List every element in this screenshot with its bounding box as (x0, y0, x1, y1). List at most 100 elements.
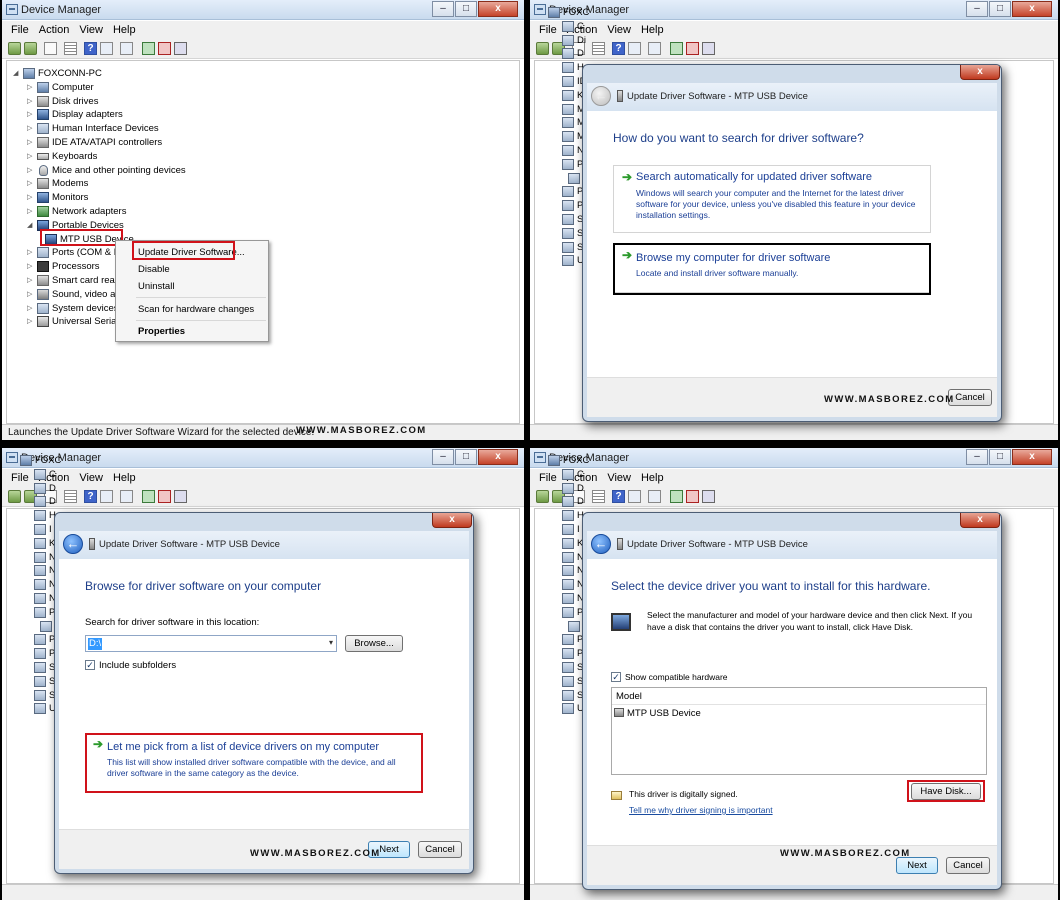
show-compatible-checkbox[interactable]: ✓ (611, 672, 621, 682)
help-icon[interactable]: ? (84, 42, 97, 55)
close-button[interactable]: x (478, 1, 518, 17)
minimize-button[interactable]: – (966, 1, 988, 17)
expand-collapsed-icon[interactable]: ▷ (27, 125, 34, 132)
help-icon[interactable]: ? (84, 490, 97, 503)
menu-file[interactable]: File (535, 469, 563, 487)
model-column-header[interactable]: Model (612, 688, 986, 705)
expand-open-icon[interactable]: ◢ (27, 222, 34, 229)
dropdown-arrow-icon[interactable]: ▾ (329, 638, 333, 647)
close-button[interactable]: x (1012, 449, 1052, 465)
back-arrow-icon[interactable]: ← (63, 534, 83, 554)
expand-collapsed-icon[interactable]: ▷ (27, 249, 34, 256)
view-icon[interactable] (100, 490, 113, 503)
path-combobox[interactable]: D:\ ▾ (85, 635, 337, 652)
minimize-button[interactable]: – (966, 449, 988, 465)
back-arrow-icon[interactable]: ← (591, 86, 611, 106)
minimize-button[interactable]: – (432, 449, 454, 465)
uninstall-icon[interactable] (686, 490, 699, 503)
dialog-close-button[interactable]: x (960, 513, 1000, 528)
menu-action[interactable]: Action (35, 21, 76, 39)
menu-file[interactable]: File (535, 21, 563, 39)
view-icon[interactable] (100, 42, 113, 55)
expand-collapsed-icon[interactable]: ▷ (27, 263, 34, 270)
device-view-icon[interactable] (120, 42, 133, 55)
dialog-close-button[interactable]: x (432, 513, 472, 528)
show-hide-tree-icon[interactable] (44, 42, 57, 55)
scan-hardware-icon[interactable] (702, 42, 715, 55)
expand-collapsed-icon[interactable]: ▷ (27, 194, 34, 201)
menu-help[interactable]: Help (637, 469, 670, 487)
maximize-button[interactable]: □ (989, 1, 1011, 17)
model-listbox[interactable]: Model MTP USB Device (611, 687, 987, 775)
expand-collapsed-icon[interactable]: ▷ (27, 291, 34, 298)
scan-hardware-icon[interactable] (702, 490, 715, 503)
minimize-button[interactable]: – (432, 1, 454, 17)
properties-icon[interactable] (592, 42, 605, 55)
scan-hardware-icon[interactable] (174, 490, 187, 503)
menu-disable[interactable]: Disable (138, 264, 170, 275)
back-arrow-icon[interactable]: ← (591, 534, 611, 554)
device-view-icon[interactable] (648, 42, 661, 55)
view-icon[interactable] (628, 490, 641, 503)
forward-arrow-icon[interactable] (24, 42, 37, 55)
dialog-close-button[interactable]: x (960, 65, 1000, 80)
maximize-button[interactable]: □ (455, 449, 477, 465)
help-icon[interactable]: ? (612, 490, 625, 503)
device-view-icon[interactable] (120, 490, 133, 503)
menu-help[interactable]: Help (637, 21, 670, 39)
device-view-icon[interactable] (648, 490, 661, 503)
menu-help[interactable]: Help (109, 469, 142, 487)
properties-icon[interactable] (64, 490, 77, 503)
menu-view[interactable]: View (75, 469, 109, 487)
expand-collapsed-icon[interactable]: ▷ (27, 318, 34, 325)
menu-view[interactable]: View (75, 21, 109, 39)
menu-help[interactable]: Help (109, 21, 142, 39)
uninstall-icon[interactable] (158, 490, 171, 503)
properties-icon[interactable] (64, 42, 77, 55)
driver-signing-link[interactable]: Tell me why driver signing is important (629, 805, 773, 815)
expand-collapsed-icon[interactable]: ▷ (27, 167, 34, 174)
expand-collapsed-icon[interactable]: ▷ (27, 139, 34, 146)
help-icon[interactable]: ? (612, 42, 625, 55)
expand-collapsed-icon[interactable]: ▷ (27, 153, 34, 160)
expand-collapsed-icon[interactable]: ▷ (27, 180, 34, 187)
menu-scan-hardware[interactable]: Scan for hardware changes (138, 304, 254, 315)
cancel-button[interactable]: Cancel (418, 841, 462, 858)
search-automatically-option[interactable]: ➔ Search automatically for updated drive… (613, 165, 931, 233)
close-button[interactable]: x (478, 449, 518, 465)
back-arrow-icon[interactable] (536, 490, 549, 503)
cancel-button[interactable]: Cancel (946, 857, 990, 874)
include-subfolders-checkbox[interactable]: ✓ (85, 660, 95, 670)
update-driver-icon[interactable] (670, 490, 683, 503)
expand-collapsed-icon[interactable]: ▷ (27, 305, 34, 312)
uninstall-icon[interactable] (158, 42, 171, 55)
next-button[interactable]: Next (896, 857, 938, 874)
back-arrow-icon[interactable] (8, 490, 21, 503)
menu-view[interactable]: View (603, 469, 637, 487)
maximize-button[interactable]: □ (989, 449, 1011, 465)
back-arrow-icon[interactable] (536, 42, 549, 55)
expand-collapsed-icon[interactable]: ▷ (27, 208, 34, 215)
menu-file[interactable]: File (7, 21, 35, 39)
properties-icon[interactable] (592, 490, 605, 503)
maximize-button[interactable]: □ (455, 1, 477, 17)
close-button[interactable]: x (1012, 1, 1052, 17)
model-list-item[interactable]: MTP USB Device (614, 708, 701, 722)
expand-collapsed-icon[interactable]: ▷ (27, 111, 34, 118)
update-driver-icon[interactable] (142, 490, 155, 503)
menu-uninstall[interactable]: Uninstall (138, 281, 174, 292)
expand-open-icon[interactable]: ◢ (13, 70, 20, 77)
expand-collapsed-icon[interactable]: ▷ (27, 98, 34, 105)
menu-file[interactable]: File (7, 469, 35, 487)
update-driver-icon[interactable] (670, 42, 683, 55)
update-driver-icon[interactable] (142, 42, 155, 55)
expand-collapsed-icon[interactable]: ▷ (27, 84, 34, 91)
view-icon[interactable] (628, 42, 641, 55)
scan-hardware-icon[interactable] (174, 42, 187, 55)
cancel-button[interactable]: Cancel (948, 389, 992, 406)
menu-properties[interactable]: Properties (138, 326, 185, 337)
back-arrow-icon[interactable] (8, 42, 21, 55)
menu-view[interactable]: View (603, 21, 637, 39)
browse-button[interactable]: Browse... (345, 635, 403, 652)
uninstall-icon[interactable] (686, 42, 699, 55)
